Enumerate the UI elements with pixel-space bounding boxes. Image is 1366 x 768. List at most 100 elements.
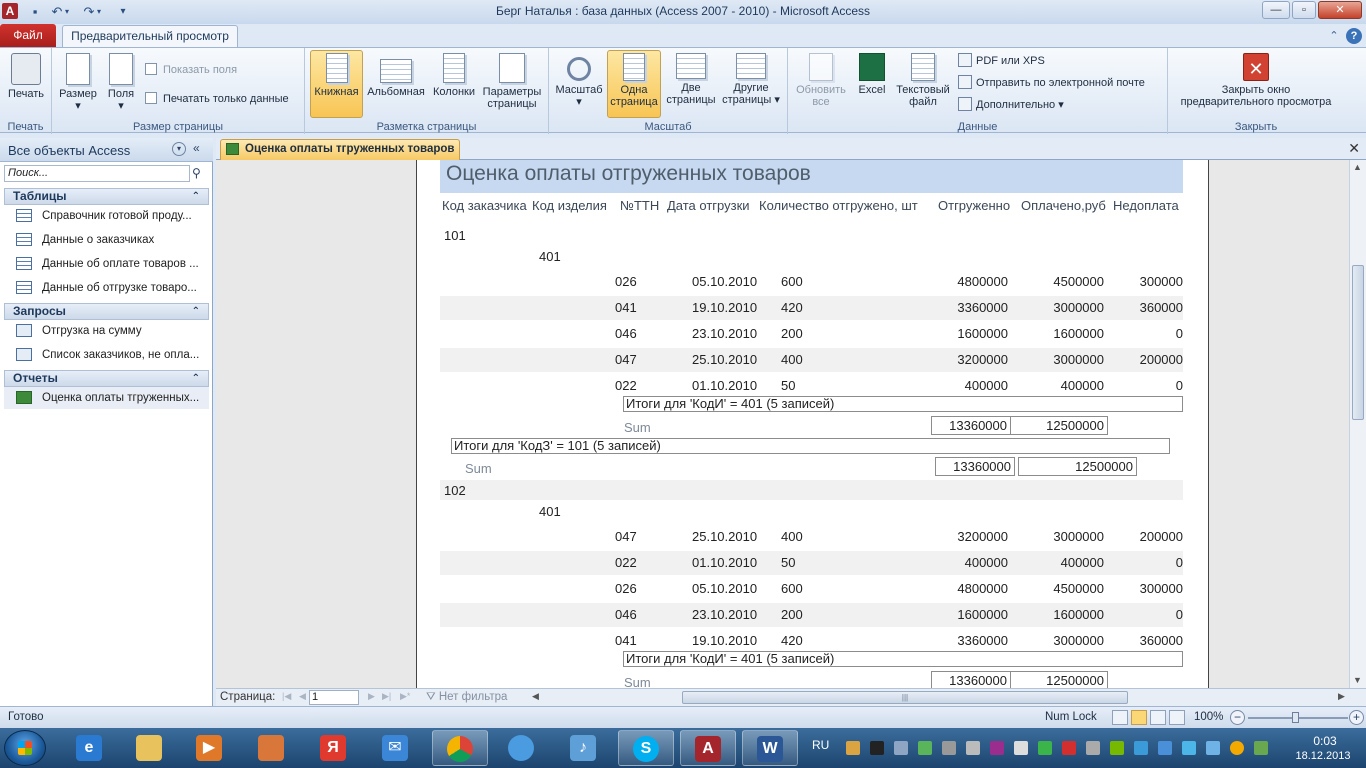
nav-item-table[interactable]: Данные о заказчиках xyxy=(4,229,209,251)
search-icon[interactable]: ⚲ xyxy=(192,166,201,180)
columns-button[interactable]: Колонки xyxy=(429,51,479,117)
tray-network-share-icon[interactable] xyxy=(1158,741,1172,755)
taskbar-chrome[interactable] xyxy=(432,730,488,766)
help-icon[interactable]: ? xyxy=(1346,28,1362,44)
vertical-scrollbar[interactable]: ▲ ▼ xyxy=(1349,160,1366,688)
start-button[interactable] xyxy=(4,730,46,766)
last-page-icon[interactable]: ▶| xyxy=(382,691,391,702)
first-page-icon[interactable]: |◀ xyxy=(282,691,291,702)
show-margins-checkbox[interactable]: Показать поля xyxy=(145,63,237,76)
report-view-icon[interactable] xyxy=(1112,710,1128,725)
landscape-button[interactable]: Альбомная xyxy=(365,51,427,117)
tray-flag-icon[interactable] xyxy=(1014,741,1028,755)
collapse-pane-icon[interactable]: « xyxy=(193,141,200,155)
zoom-in-icon[interactable]: + xyxy=(1349,710,1364,725)
tray-monitor-icon[interactable] xyxy=(1134,741,1148,755)
scroll-right-icon[interactable]: ▶ xyxy=(1338,691,1345,702)
horizontal-scroll-thumb[interactable]: ||| xyxy=(682,691,1128,704)
nav-item-table[interactable]: Данные об отгрузке товаро... xyxy=(4,277,209,299)
margins-button[interactable]: Поля ▾ xyxy=(102,51,140,117)
design-view-icon[interactable] xyxy=(1169,710,1185,725)
tray-signal-icon[interactable] xyxy=(1206,741,1220,755)
print-button[interactable]: Печать xyxy=(4,51,48,117)
zoom-slider-thumb[interactable] xyxy=(1292,712,1299,723)
taskbar-internet-explorer[interactable]: e xyxy=(62,730,118,766)
taskbar-skype[interactable]: S xyxy=(618,730,674,766)
pdf-xps-button[interactable]: PDF или XPS xyxy=(958,52,1045,70)
more-export-button[interactable]: Дополнительно ▾ xyxy=(958,96,1064,114)
horizontal-scrollbar[interactable]: ◀ ||| ▶ xyxy=(532,690,1352,705)
tray-nvidia-icon[interactable] xyxy=(1110,741,1124,755)
refresh-all-button[interactable]: Обновить все xyxy=(792,51,850,117)
one-page-button[interactable]: Одна страница xyxy=(607,50,661,118)
minimize-ribbon-icon[interactable]: ⌃ xyxy=(1326,28,1342,44)
tray-volume-icon[interactable] xyxy=(894,741,908,755)
next-page-icon[interactable]: ▶ xyxy=(368,691,375,702)
maximize-button[interactable]: ▫ xyxy=(1292,1,1316,19)
language-indicator[interactable]: RU xyxy=(812,738,829,752)
two-pages-button[interactable]: Две страницы xyxy=(663,51,719,117)
tray-battery-icon[interactable] xyxy=(1254,741,1268,755)
nav-item-query[interactable]: Отгрузка на сумму xyxy=(4,320,209,342)
text-file-export-button[interactable]: Текстовый файл xyxy=(894,51,952,117)
previous-page-icon[interactable]: ◀ xyxy=(299,691,306,702)
nav-item-query[interactable]: Список заказчиков, не опла... xyxy=(4,344,209,366)
close-print-preview-button[interactable]: ✕ Закрыть окно предварительного просмотра xyxy=(1172,51,1340,117)
filter-status[interactable]: ⛛ Нет фильтра xyxy=(426,691,507,704)
tray-folder-icon[interactable] xyxy=(846,741,860,755)
tab-print-preview[interactable]: Предварительный просмотр xyxy=(62,25,238,48)
taskbar-word[interactable]: W xyxy=(742,730,798,766)
close-document-icon[interactable]: ✕ xyxy=(1348,140,1360,157)
nav-item-table[interactable]: Данные об оплате товаров ... xyxy=(4,253,209,275)
scroll-up-icon[interactable]: ▲ xyxy=(1353,162,1362,172)
vertical-scroll-thumb[interactable] xyxy=(1352,265,1364,420)
tray-acrobat-icon[interactable] xyxy=(1062,741,1076,755)
tray-pen-icon[interactable] xyxy=(1086,741,1100,755)
nav-pane-header[interactable]: Все объекты Access ▾ « xyxy=(0,138,213,162)
taskbar-yandex[interactable]: Я xyxy=(306,730,362,766)
nav-item-table[interactable]: Справочник готовой проду... xyxy=(4,205,209,227)
portrait-button[interactable]: Книжная xyxy=(310,50,363,118)
nav-section-queries[interactable]: Запросы ⌃ xyxy=(4,303,209,320)
taskbar-paint[interactable] xyxy=(244,730,300,766)
page-number-input[interactable]: 1 xyxy=(309,690,359,705)
new-record-icon[interactable]: ▶* xyxy=(400,691,410,702)
tray-network-icon[interactable] xyxy=(918,741,932,755)
nav-search-input[interactable]: Поиск... xyxy=(4,165,190,182)
clock-time[interactable]: 0:03 xyxy=(1300,734,1350,748)
tray-headset-icon[interactable] xyxy=(966,741,980,755)
taskbar-access[interactable]: A xyxy=(680,730,736,766)
more-pages-button[interactable]: Другие страницы ▾ xyxy=(721,51,781,117)
taskbar-mail[interactable]: ✉ xyxy=(368,730,424,766)
report-document-tab[interactable]: Оценка оплаты тгруженных товаров xyxy=(220,139,460,160)
tray-terminal-icon[interactable] xyxy=(870,741,884,755)
print-preview-view-icon[interactable] xyxy=(1131,710,1147,725)
minimize-button[interactable]: — xyxy=(1262,1,1290,19)
excel-export-button[interactable]: Excel xyxy=(852,51,892,117)
print-data-only-checkbox[interactable]: Печатать только данные xyxy=(145,92,289,105)
zoom-out-icon[interactable]: − xyxy=(1230,710,1245,725)
nav-menu-chevron-icon[interactable]: ▾ xyxy=(172,142,186,156)
scroll-left-icon[interactable]: ◀ xyxy=(532,691,539,702)
taskbar-media-player[interactable]: ▶ xyxy=(182,730,238,766)
tray-bluetooth-icon[interactable] xyxy=(1182,741,1196,755)
clock-date[interactable]: 18.12.2013 xyxy=(1288,750,1358,762)
zoom-button[interactable]: Масштаб ▾ xyxy=(553,51,605,117)
nav-item-report[interactable]: Оценка оплаты тгруженных... xyxy=(4,387,209,409)
tray-update-icon[interactable] xyxy=(1230,741,1244,755)
tab-file[interactable]: Файл xyxy=(0,24,56,47)
nav-section-tables[interactable]: Таблицы ⌃ xyxy=(4,188,209,205)
tray-checkmark-icon[interactable] xyxy=(1038,741,1052,755)
tray-onenote-icon[interactable] xyxy=(990,741,1004,755)
taskbar-sound[interactable]: ♪ xyxy=(556,730,612,766)
nav-section-reports[interactable]: Отчеты ⌃ xyxy=(4,370,209,387)
tray-device-icon[interactable] xyxy=(942,741,956,755)
taskbar-network[interactable] xyxy=(494,730,550,766)
taskbar-file-explorer[interactable] xyxy=(122,730,178,766)
close-window-button[interactable]: ✕ xyxy=(1318,1,1362,19)
size-button[interactable]: Размер ▾ xyxy=(56,51,100,117)
page-setup-button[interactable]: Параметры страницы xyxy=(481,51,543,117)
layout-view-icon[interactable] xyxy=(1150,710,1166,725)
scroll-down-icon[interactable]: ▼ xyxy=(1353,675,1362,685)
email-button[interactable]: Отправить по электронной почте xyxy=(958,74,1145,92)
